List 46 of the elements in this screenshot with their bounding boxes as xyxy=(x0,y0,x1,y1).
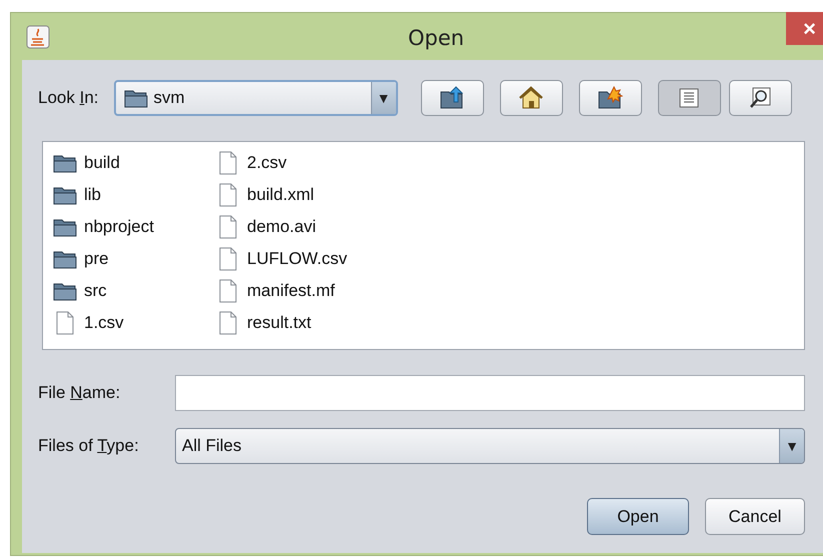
file-list-item[interactable]: demo.avi xyxy=(247,217,316,237)
file-list-item[interactable]: LUFLOW.csv xyxy=(247,249,348,269)
list-view-icon xyxy=(679,88,700,108)
files-of-type-dropdown[interactable]: All Files ▼ xyxy=(175,428,805,464)
window-title: Open xyxy=(408,24,464,50)
close-button[interactable]: × xyxy=(786,12,823,45)
folder-icon xyxy=(53,281,77,301)
file-icon xyxy=(218,279,238,303)
details-view-icon xyxy=(749,87,772,109)
file-icon xyxy=(218,215,238,239)
toolbar-button[interactable] xyxy=(500,80,563,116)
file-list-item[interactable]: lib xyxy=(84,185,102,205)
file-list-item[interactable]: build xyxy=(84,153,120,173)
file-name-field[interactable] xyxy=(175,375,805,411)
look-in-dropdown[interactable]: svm ▼ xyxy=(114,80,398,116)
file-list-item[interactable]: src xyxy=(84,281,107,301)
toolbar-button[interactable] xyxy=(578,80,642,116)
open-button[interactable]: Open xyxy=(587,498,689,535)
file-list-item[interactable]: build.xml xyxy=(247,185,314,205)
file-list-item[interactable]: nbproject xyxy=(84,217,154,237)
folder-icon xyxy=(53,153,77,173)
file-list-item[interactable]: 1.csv xyxy=(84,313,124,333)
files-of-type-label: Files of Type: xyxy=(38,436,139,456)
file-icon xyxy=(218,311,238,335)
file-list-item[interactable]: 2.csv xyxy=(247,153,287,173)
file-name-label: File Name: xyxy=(38,383,120,403)
folder-icon xyxy=(53,217,77,237)
file-icon xyxy=(218,151,238,175)
file-icon xyxy=(218,183,238,207)
toolbar-button[interactable] xyxy=(658,80,721,116)
up-folder-icon xyxy=(439,86,466,110)
home-icon xyxy=(518,86,544,110)
file-list-item[interactable]: pre xyxy=(84,249,109,269)
file-icon xyxy=(218,247,238,271)
file-list-item[interactable]: manifest.mf xyxy=(247,281,335,301)
folder-icon xyxy=(53,185,77,205)
java-icon xyxy=(26,24,50,48)
new-folder-icon xyxy=(597,86,624,110)
file-icon xyxy=(55,311,75,335)
folder-icon xyxy=(53,249,77,269)
cancel-button[interactable]: Cancel xyxy=(705,498,805,535)
folder-icon xyxy=(124,88,148,108)
toolbar-button[interactable] xyxy=(728,80,792,116)
file-list-item[interactable]: result.txt xyxy=(247,313,312,333)
look-in-label: Look In: xyxy=(38,88,99,108)
toolbar-button[interactable] xyxy=(420,80,484,116)
